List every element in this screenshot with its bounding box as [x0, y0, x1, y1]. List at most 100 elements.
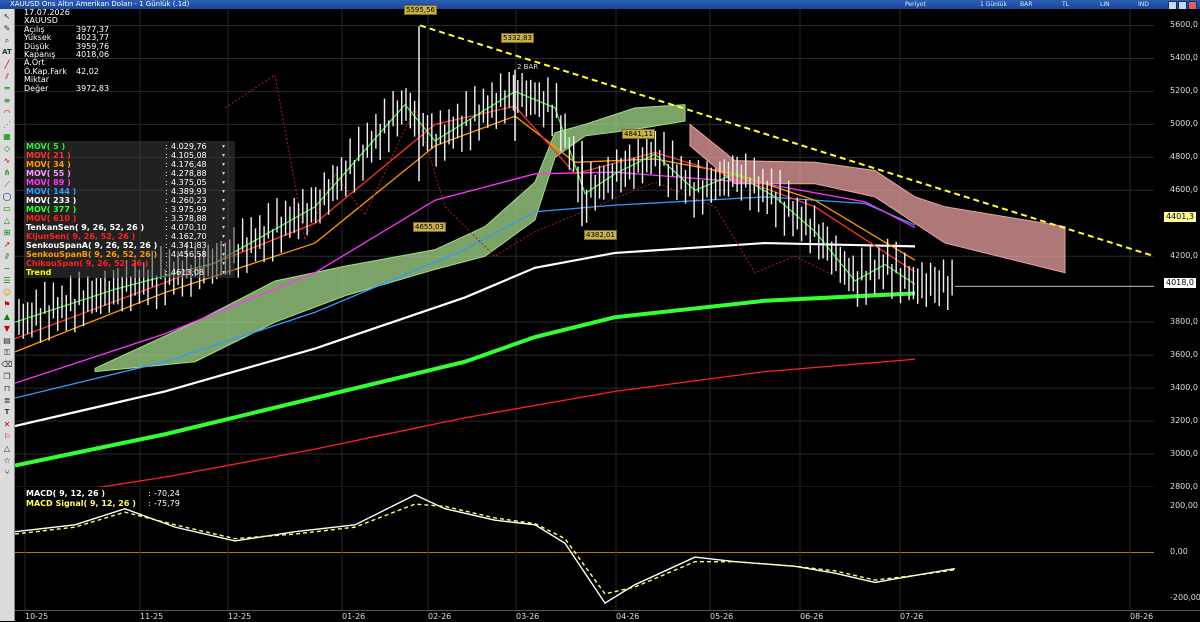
ohlc-info-box: 17.07.2026 XAUUSD Açılış 3977,37 Yüksek 402…	[24, 8, 114, 93]
macd-line	[14, 494, 956, 605]
price-tick-label: 5000,0	[1170, 119, 1198, 129]
buy-arrow-icon[interactable]: ▲	[1, 311, 13, 322]
triangle-icon[interactable]: △	[1, 215, 13, 226]
indicator-value: 4.456,58	[171, 250, 207, 259]
regression-icon[interactable]: ⟋	[1, 179, 13, 190]
fork-icon[interactable]: ⑂	[1, 467, 13, 478]
bar-toggle[interactable]: BAR	[1020, 0, 1032, 9]
price-axis[interactable]	[1155, 9, 1200, 610]
stack-icon[interactable]: ≣	[1, 395, 13, 406]
text-tool-icon[interactable]: T	[1, 407, 13, 418]
low-price-label: 4655,03	[413, 222, 446, 232]
macd-value: -75,79	[154, 499, 180, 508]
fan-icon[interactable]: ⋰	[1, 119, 13, 130]
copy-icon[interactable]: ❐	[1, 371, 13, 382]
macd-legend-row[interactable]: MACD Signal( 9, 12, 26 ): -75,79	[26, 499, 180, 509]
level-icon[interactable]: ☰	[1, 275, 13, 286]
grid-icon[interactable]: ▦	[1, 131, 13, 142]
eraser-icon[interactable]: ⌫	[1, 359, 13, 370]
gann-icon[interactable]: ◇	[1, 143, 13, 154]
price-tick-label: 3000,0	[1170, 449, 1198, 459]
low2-price-label: 4382,01	[584, 230, 617, 240]
time-tick-label: 08-26	[1130, 612, 1154, 621]
sell-arrow-icon[interactable]: ▼	[1, 323, 13, 334]
time-tick-label: 01-26	[342, 612, 366, 621]
alert-icon[interactable]: ⚑	[1, 299, 13, 310]
window-title-bar: XAUUSD Ons Altın Amerikan Doları - 1 Gün…	[0, 0, 1200, 10]
indicator-value: 4613,08	[171, 268, 205, 277]
trend-price-marker: 4401,3	[1164, 212, 1196, 222]
arc-icon[interactable]: ◠	[1, 107, 13, 118]
arrow-icon[interactable]: ↗	[1, 239, 13, 250]
price-tick-label: 4800,0	[1170, 152, 1198, 162]
auto-trend-icon[interactable]: AT	[1, 47, 13, 58]
price-tick-label: 3600,0	[1170, 350, 1198, 360]
time-tick-label: 04-26	[616, 612, 640, 621]
time-tick-label: 10-25	[25, 612, 49, 621]
pitchfork-icon[interactable]: ⋔	[1, 167, 13, 178]
ma-line	[14, 358, 916, 501]
price-tick-label: 3800,0	[1170, 317, 1198, 327]
macd-tick-label: -200,00	[1170, 593, 1200, 603]
rectangle-icon[interactable]: ▭	[1, 203, 13, 214]
indicator-label: Trend	[26, 268, 52, 277]
star-icon[interactable]: ☆	[1, 455, 13, 466]
macd-legend-row[interactable]: MACD( 9, 12, 26 ): -70,24	[26, 489, 180, 499]
percent-line-icon[interactable]: ⊞	[1, 227, 13, 238]
indicator-toggle[interactable]: IND	[1138, 0, 1149, 9]
cursor-icon[interactable]: ↖	[1, 11, 13, 22]
horizontal-line-icon[interactable]: ═	[1, 83, 13, 94]
last-price-marker: 4018,0	[1164, 278, 1196, 288]
ma-line	[14, 291, 916, 468]
speed-line-icon[interactable]: ⫻	[1, 251, 13, 262]
lock-icon[interactable]: ⚿	[1, 347, 13, 358]
peak-price-label: 5332,83	[501, 33, 534, 43]
price-tick-label: 4200,0	[1170, 251, 1198, 261]
macd-tick-label: 200,00	[1170, 501, 1198, 511]
info-row: Değer 3972,83	[24, 83, 110, 93]
period-selector[interactable]: Periyot	[905, 0, 926, 9]
mid-price-label: 4841,11	[622, 129, 655, 139]
zoom-icon[interactable]: ⌕	[1, 35, 13, 46]
bar-count-label: 2 BAR	[517, 63, 539, 71]
fibonacci-icon[interactable]: ≡	[1, 95, 13, 106]
high-price-label: 5595,56	[404, 5, 437, 15]
macd-value: -70,24	[154, 489, 180, 498]
time-axis[interactable]	[15, 610, 1200, 622]
smiley-icon[interactable]: ☺	[1, 287, 13, 298]
timeframe-selector[interactable]: 1 Günlük	[980, 0, 1007, 9]
price-tick-label: 5200,0	[1170, 86, 1198, 96]
currency-toggle[interactable]: TL	[1062, 0, 1069, 9]
dropdown-icon: ▾	[222, 269, 226, 276]
delete-icon[interactable]: ✕	[1, 419, 13, 430]
drawing-toolbar: ↖ ✎ ⌕ AT ╱ ⫽ ═ ≡ ◠ ⋰ ▦ ◇ ∿ ⋔ ⟋ ◯ ▭ △ ⊞ ↗…	[0, 9, 15, 621]
macd-chart[interactable]	[14, 488, 1154, 610]
trendline-icon[interactable]: ╱	[1, 59, 13, 70]
ellipse-icon[interactable]: ◯	[1, 191, 13, 202]
time-tick-label: 03-26	[516, 612, 540, 621]
note-icon[interactable]: ▤	[1, 335, 13, 346]
price-tick-label: 3200,0	[1170, 416, 1198, 426]
price-tick-label: 2800,0	[1170, 482, 1198, 491]
magnet-icon[interactable]: ⊓	[1, 383, 13, 394]
triangle-outline-icon[interactable]: △	[1, 443, 13, 454]
cycle-icon[interactable]: ∿	[1, 155, 13, 166]
pencil-icon[interactable]: ✎	[1, 23, 13, 34]
macd-tick-label: 0,00	[1170, 547, 1188, 557]
time-tick-label: 12-25	[228, 612, 252, 621]
macd-label: MACD Signal( 9, 12, 26 )	[26, 499, 136, 508]
time-tick-label: 05-26	[710, 612, 734, 621]
price-tick-label: 5400,0	[1170, 53, 1198, 63]
time-tick-label: 11-25	[140, 612, 164, 621]
scale-toggle[interactable]: LIN	[1100, 0, 1110, 9]
time-tick-label: 02-26	[428, 612, 452, 621]
price-tick-label: 5600,0	[1170, 20, 1198, 30]
macd-panel[interactable]	[14, 488, 1154, 610]
indicator-legend: MOV( 5 ):4.029,76 ▾ MOV( 21 ):4.105,08 ▾ MOV…	[24, 141, 235, 278]
wave-icon[interactable]: ∼	[1, 263, 13, 274]
macd-label: MACD( 9, 12, 26 )	[26, 489, 106, 498]
channel-icon[interactable]: ⫽	[1, 71, 13, 82]
price-tick-label: 4600,0	[1170, 185, 1198, 195]
flag-icon[interactable]: ⚐	[1, 431, 13, 442]
time-tick-label: 06-26	[800, 612, 824, 621]
